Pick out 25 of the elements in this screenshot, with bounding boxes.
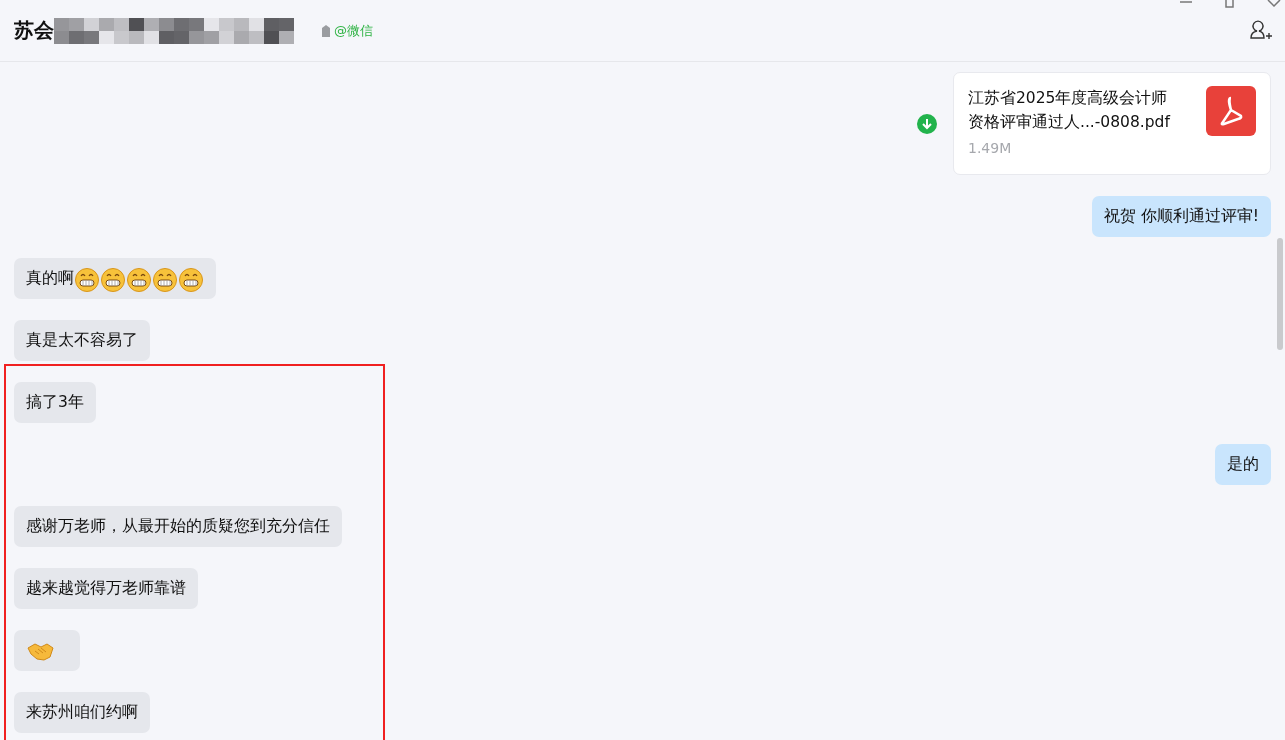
grinning-emoji-icon — [152, 265, 178, 292]
contact-name: 苏会 — [14, 17, 54, 44]
grinning-emoji-icon — [100, 265, 126, 292]
received-message: 搞了3年 — [14, 382, 96, 423]
minimize-icon[interactable] — [1179, 0, 1193, 4]
received-message: 越来越觉得万老师靠谱 — [14, 568, 198, 609]
sent-message: 是的 — [1215, 444, 1271, 485]
sent-message: 祝贺 你顺利通过评审! — [1091, 196, 1271, 237]
pdf-file-icon — [1206, 86, 1256, 136]
tag-icon — [322, 24, 330, 37]
file-card[interactable]: 江苏省2025年度高级会计师资格评审通过人...-0808.pdf 1.49M — [953, 72, 1271, 175]
received-message: 真的啊 — [14, 258, 216, 299]
download-icon[interactable] — [917, 113, 937, 134]
restore-icon[interactable] — [1223, 0, 1237, 8]
source-label: @微信 — [334, 21, 373, 40]
received-message: 真是太不容易了 — [14, 320, 150, 361]
file-size: 1.49M — [968, 140, 1013, 156]
grinning-emoji-icon — [178, 265, 204, 292]
received-message: 来苏州咱们约啊 — [14, 692, 150, 733]
scrollbar-thumb[interactable] — [1277, 238, 1283, 350]
file-name: 江苏省2025年度高级会计师资格评审通过人...-0808.pdf — [968, 88, 1172, 133]
grinning-emoji-icon — [126, 265, 152, 292]
received-message: 感谢万老师，从最开始的质疑您到充分信任 — [14, 506, 342, 547]
grinning-emoji-icon — [74, 265, 100, 292]
close-icon[interactable] — [1267, 0, 1281, 7]
